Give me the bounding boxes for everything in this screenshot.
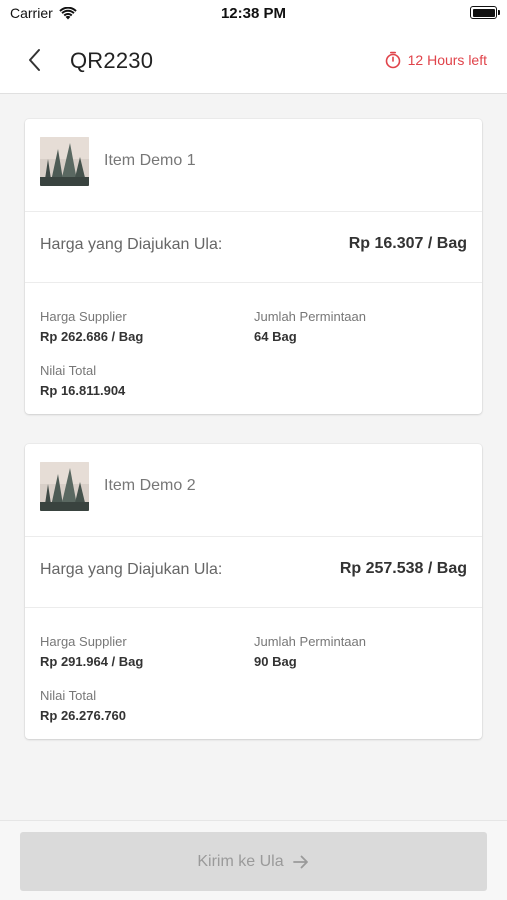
- item-details: Harga Supplier Rp 262.686 / Bag Jumlah P…: [25, 283, 482, 414]
- submit-label: Kirim ke Ula: [197, 852, 284, 870]
- footer-bar: Kirim ke Ula: [0, 820, 507, 900]
- item-card: Item Demo 2 Harga yang Diajukan Ula: Rp …: [25, 444, 482, 739]
- item-thumbnail: [40, 462, 89, 511]
- item-thumbnail: [40, 137, 89, 186]
- quantity-value: 64 Bag: [254, 329, 297, 344]
- quantity-value: 90 Bag: [254, 654, 297, 669]
- nav-bar: QR2230 12 Hours left: [0, 28, 507, 94]
- total-value: Rp 26.276.760: [40, 708, 127, 723]
- item-list: Item Demo 1 Harga yang Diajukan Ula: Rp …: [0, 95, 507, 820]
- supplier-price-label: Harga Supplier: [40, 634, 127, 649]
- proposed-price-row: Harga yang Diajukan Ula: Rp 16.307 / Bag: [25, 212, 482, 283]
- item-details: Harga Supplier Rp 291.964 / Bag Jumlah P…: [25, 608, 482, 739]
- proposed-price-label: Harga yang Diajukan Ula:: [40, 561, 223, 578]
- quantity-label: Jumlah Permintaan: [254, 309, 366, 324]
- proposed-price-value: Rp 16.307 / Bag: [348, 235, 467, 252]
- arrow-right-icon: [292, 855, 308, 868]
- stopwatch-icon: [385, 51, 400, 69]
- total-value: Rp 16.811.904: [40, 383, 126, 398]
- battery-icon: [470, 6, 500, 19]
- item-name: Item Demo 1: [104, 152, 196, 169]
- supplier-price-label: Harga Supplier: [40, 309, 127, 324]
- back-button[interactable]: [24, 46, 48, 74]
- quantity-label: Jumlah Permintaan: [254, 634, 366, 649]
- time-remaining: 12 Hours left: [384, 51, 487, 69]
- status-bar: Carrier 12:38 PM: [0, 0, 507, 28]
- proposed-price-row: Harga yang Diajukan Ula: Rp 257.538 / Ba…: [25, 537, 482, 608]
- item-card: Item Demo 1 Harga yang Diajukan Ula: Rp …: [25, 119, 482, 414]
- supplier-price-value: Rp 262.686 / Bag: [40, 329, 144, 344]
- chevron-left-icon: [29, 49, 40, 71]
- total-label: Nilai Total: [40, 363, 97, 378]
- page-title: QR2230: [70, 48, 154, 73]
- timer-label: 12 Hours left: [407, 52, 487, 68]
- supplier-price-value: Rp 291.964 / Bag: [40, 654, 144, 669]
- proposed-price-value: Rp 257.538 / Bag: [339, 560, 467, 577]
- item-name: Item Demo 2: [104, 477, 196, 494]
- total-label: Nilai Total: [40, 688, 97, 703]
- item-header: Item Demo 2: [25, 444, 482, 537]
- status-time: 12:38 PM: [220, 5, 287, 22]
- submit-button[interactable]: Kirim ke Ula: [20, 832, 487, 891]
- proposed-price-label: Harga yang Diajukan Ula:: [40, 236, 223, 253]
- item-header: Item Demo 1: [25, 119, 482, 212]
